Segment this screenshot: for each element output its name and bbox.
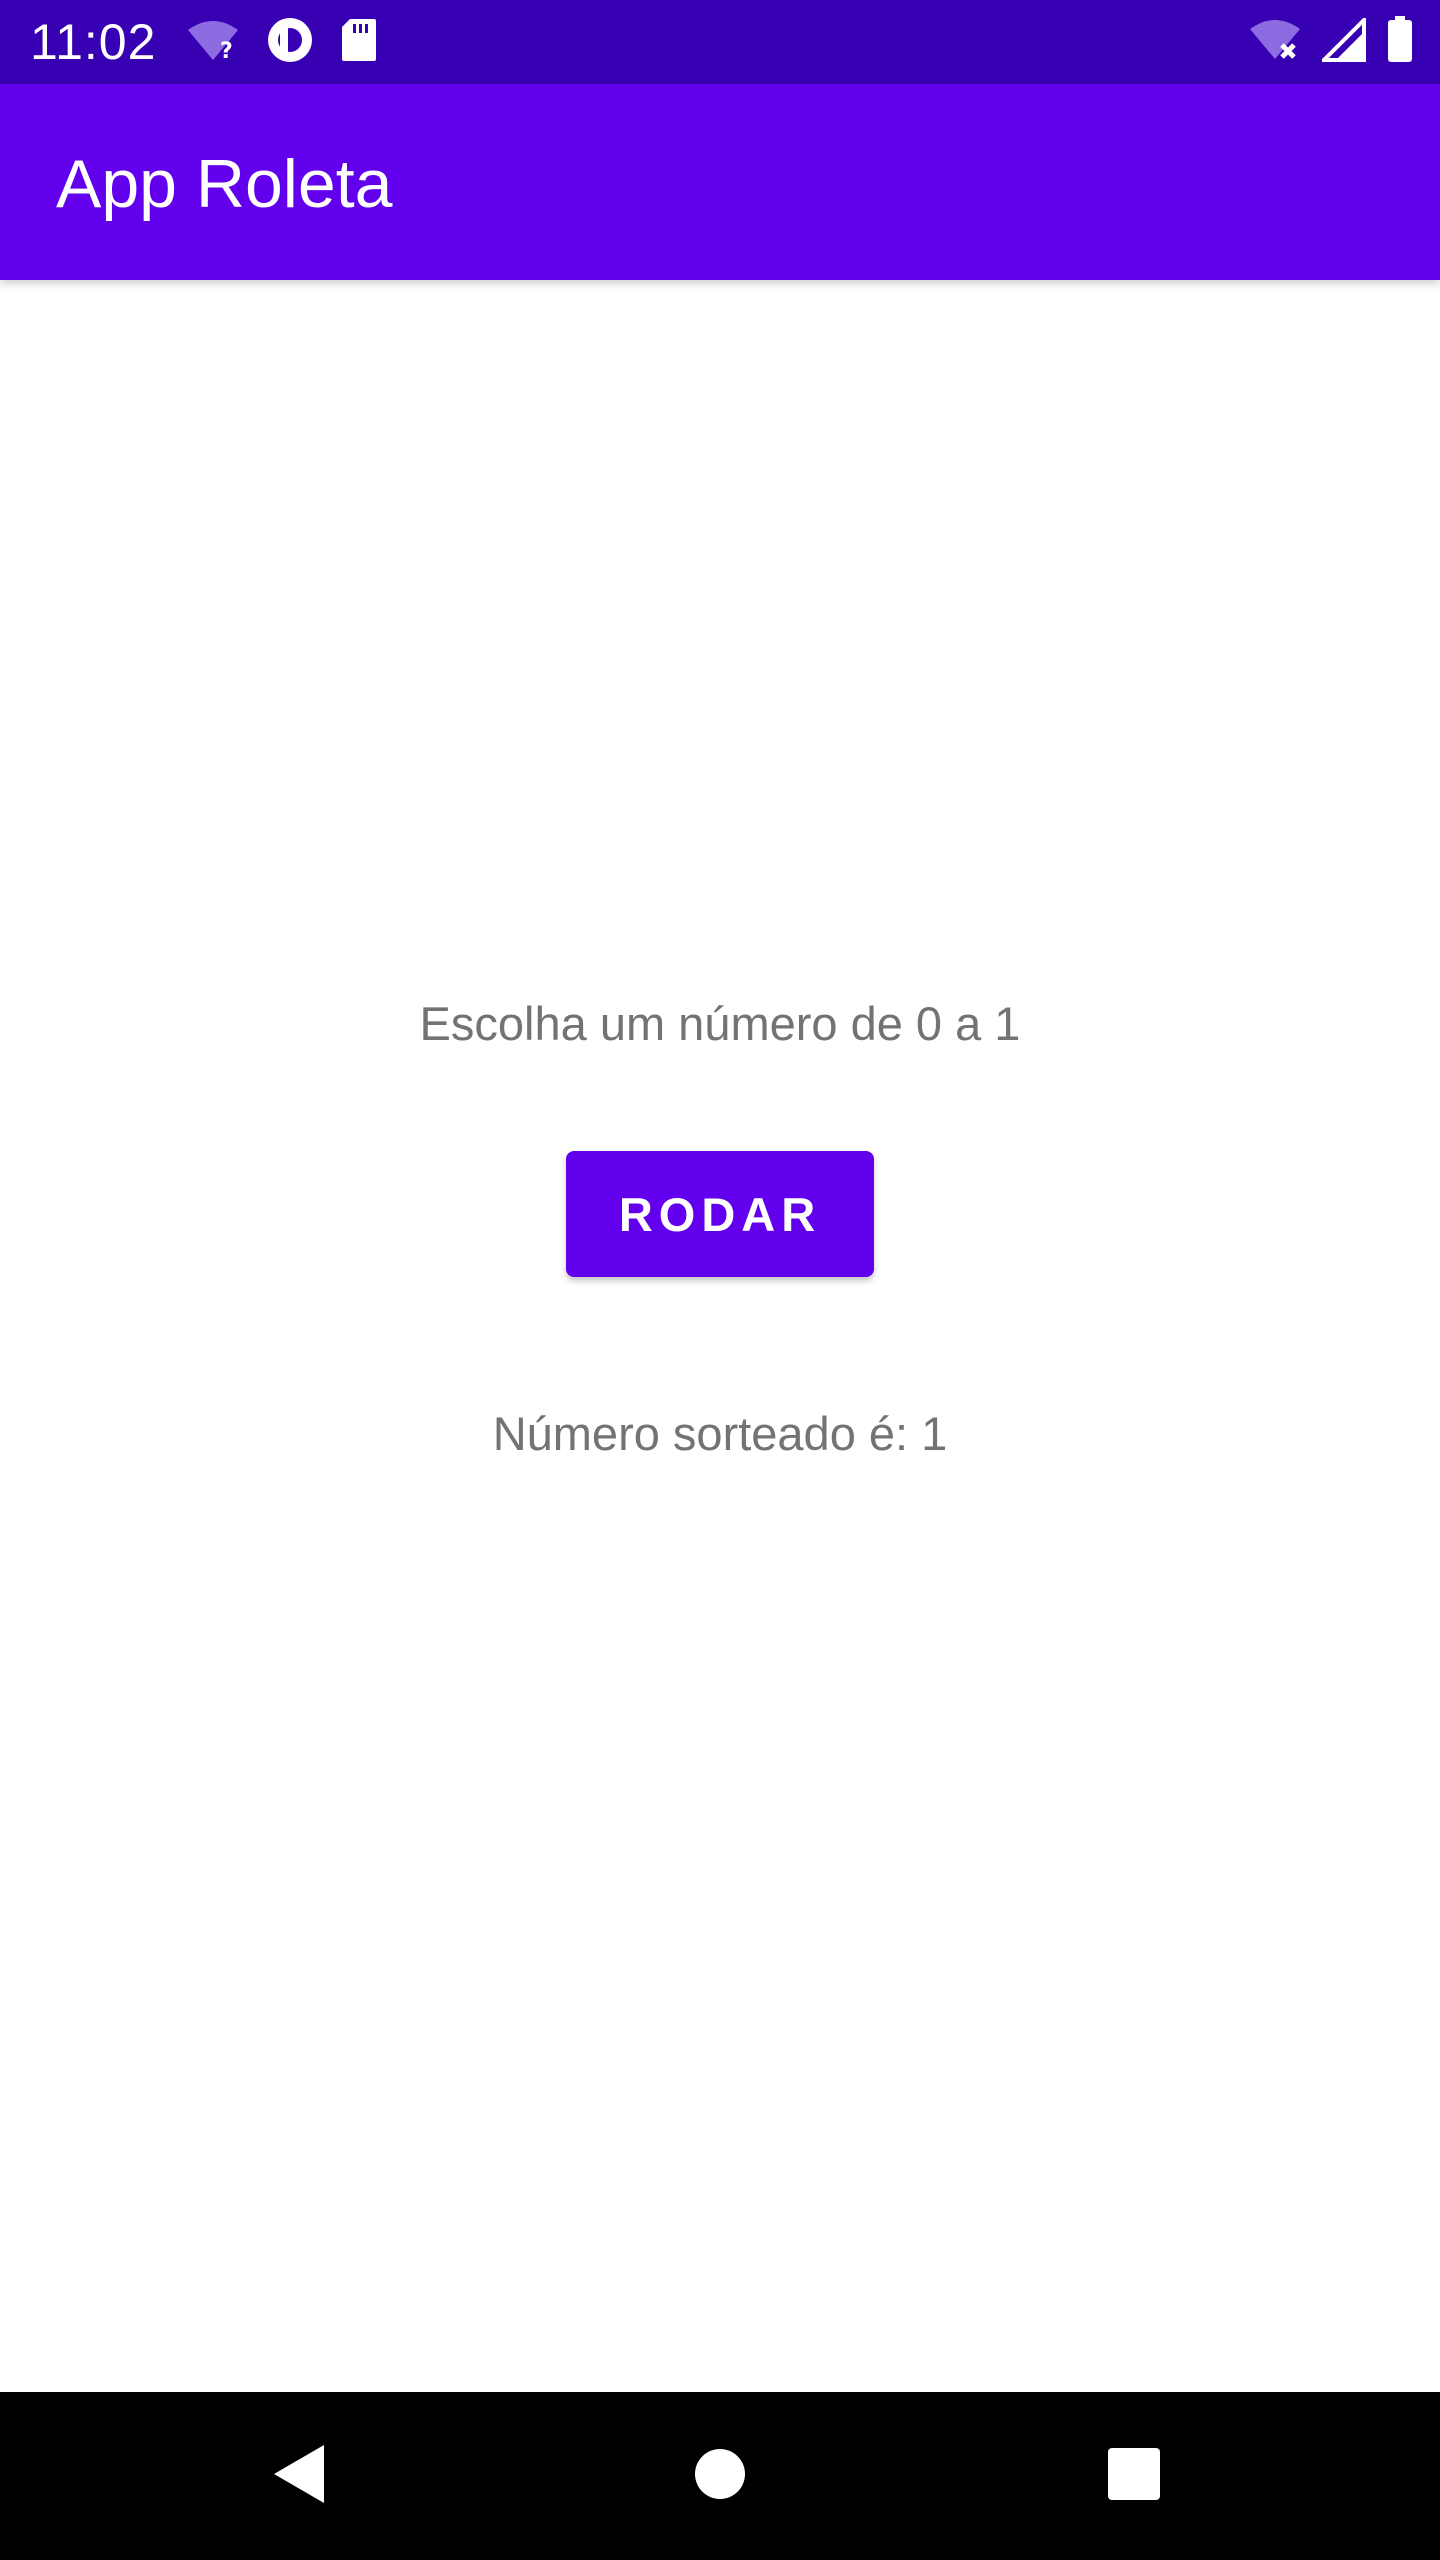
recents-icon bbox=[1107, 2447, 1161, 2506]
instruction-text: Escolha um número de 0 a 1 bbox=[419, 997, 1021, 1050]
app-title: App Roleta bbox=[56, 146, 393, 222]
result-text: Número sorteado é: 1 bbox=[492, 1407, 948, 1460]
status-bar: 11:02 ? bbox=[0, 0, 1440, 84]
sd-card-icon bbox=[340, 17, 378, 68]
svg-text:?: ? bbox=[220, 39, 233, 62]
spin-button[interactable]: RODAR bbox=[566, 1151, 874, 1277]
wifi-off-icon bbox=[1248, 17, 1302, 68]
back-button[interactable] bbox=[250, 2426, 350, 2526]
wifi-unknown-icon: ? bbox=[186, 18, 240, 67]
status-time: 11:02 bbox=[30, 14, 157, 70]
at-sign-icon bbox=[266, 16, 314, 69]
status-right-icons bbox=[1248, 14, 1414, 69]
status-left-icons: ? bbox=[186, 16, 378, 68]
home-button[interactable] bbox=[670, 2426, 770, 2526]
recents-button[interactable] bbox=[1084, 2426, 1184, 2526]
navigation-bar bbox=[0, 2392, 1440, 2560]
back-icon bbox=[270, 2441, 330, 2512]
app-bar: App Roleta bbox=[0, 84, 1440, 280]
battery-icon bbox=[1386, 15, 1414, 69]
home-icon bbox=[693, 2447, 747, 2506]
main-content: Escolha um número de 0 a 1 RODAR Número … bbox=[0, 280, 1440, 2392]
signal-icon bbox=[1319, 14, 1366, 67]
